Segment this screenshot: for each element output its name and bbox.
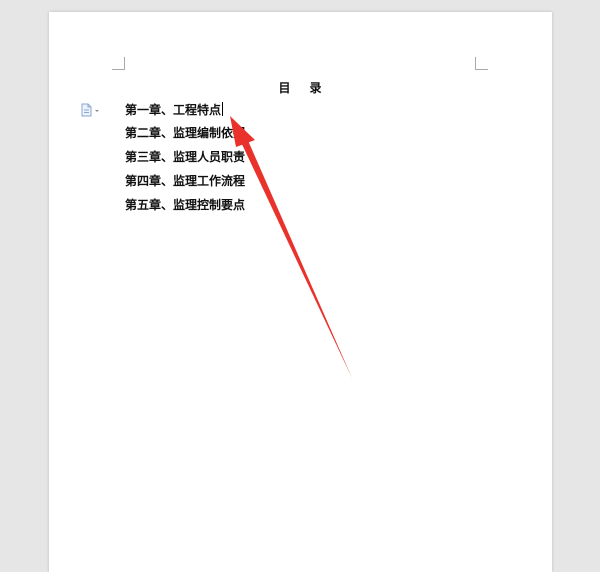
dropdown-arrow-icon xyxy=(95,110,99,112)
toc-item-label: 第一章、工程特点 xyxy=(125,103,222,117)
margin-corner-top-left xyxy=(112,57,125,70)
title-char-1: 目 xyxy=(278,81,292,95)
toc-item-label: 第三章、监理人员职责 xyxy=(125,150,246,164)
toc-item-1[interactable]: 第一章、工程特点 xyxy=(125,102,245,126)
text-cursor xyxy=(222,102,224,116)
page-title: 目录 xyxy=(49,79,552,96)
paragraph-handle[interactable] xyxy=(81,102,103,117)
toc-item-4[interactable]: 第四章、监理工作流程 xyxy=(125,174,245,198)
margin-corner-top-right xyxy=(475,57,488,70)
toc-item-label: 第二章、监理编制依据 xyxy=(125,126,246,140)
toc-item-5[interactable]: 第五章、监理控制要点 xyxy=(125,198,245,222)
toc-item-2[interactable]: 第二章、监理编制依据 xyxy=(125,126,245,150)
toc-item-label: 第四章、监理工作流程 xyxy=(125,174,246,188)
title-char-2: 录 xyxy=(309,81,323,95)
document-page[interactable]: 目录 第一章、工程特点 第二章、监理编制依据 第三章、监理人员职责 第四章、监理… xyxy=(49,12,552,572)
table-of-contents: 第一章、工程特点 第二章、监理编制依据 第三章、监理人员职责 第四章、监理工作流… xyxy=(125,102,245,222)
toc-item-label: 第五章、监理控制要点 xyxy=(125,198,246,212)
toc-item-3[interactable]: 第三章、监理人员职责 xyxy=(125,150,245,174)
document-icon xyxy=(81,103,99,117)
